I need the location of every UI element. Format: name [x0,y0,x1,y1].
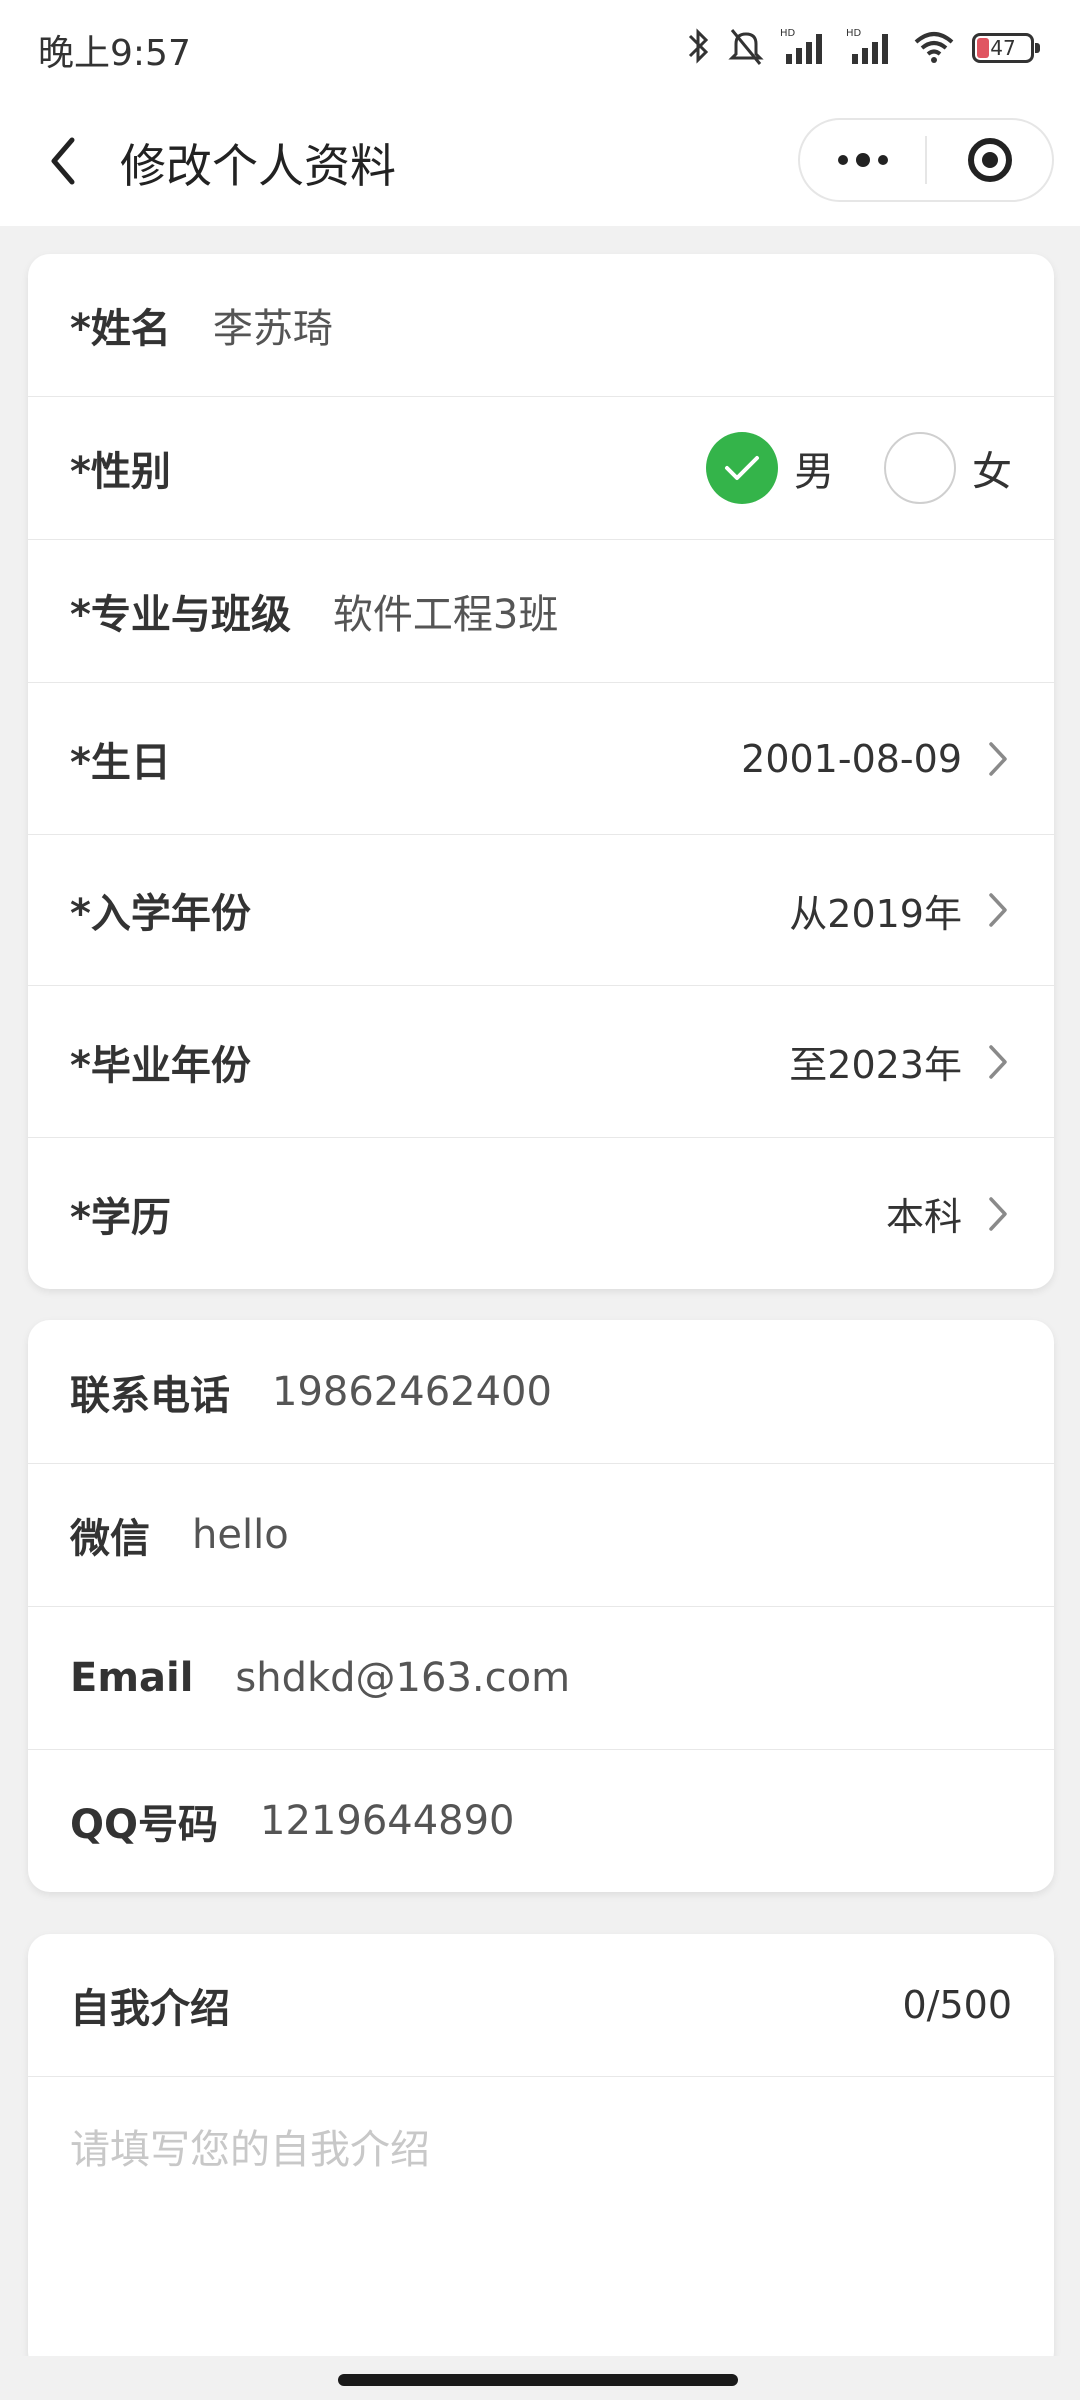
page-title: 修改个人资料 [120,139,396,193]
gender-label: *性别 [70,449,171,495]
email-label: Email [70,1655,194,1701]
chevron-left-icon [51,137,75,185]
phone-field[interactable]: 19862462400 [272,1369,552,1415]
home-indicator[interactable] [338,2374,738,2386]
self-intro-label: 自我介绍 [70,1986,230,2032]
mute-bell-icon [728,26,764,70]
nav-bar: 修改个人资料 [0,96,1080,226]
gender-female-label: 女 [972,449,1012,495]
chevron-right-icon [984,739,1012,779]
radio-checked-icon[interactable] [706,432,778,504]
email-row[interactable]: Email shdkd@163.com [28,1607,1054,1750]
education-value: 本科 [885,1195,962,1239]
grad-year-row[interactable]: *毕业年份 至2023年 [28,986,1054,1138]
wechat-label: 微信 [70,1516,150,1562]
status-bar: 晚上9:57 HD HD 47 [0,0,1080,96]
status-icons: HD HD 47 [686,24,1040,72]
education-row[interactable]: *学历 本科 [28,1138,1054,1289]
birthday-row[interactable]: *生日 2001-08-09 [28,683,1054,835]
chevron-right-icon [984,1042,1012,1082]
gender-row: *性别 男 女 [28,397,1054,540]
email-field[interactable]: shdkd@163.com [235,1655,570,1701]
battery-icon: 47 [972,33,1040,63]
qq-field[interactable]: 1219644890 [260,1798,515,1844]
enroll-year-label: *入学年份 [70,891,251,937]
major-label: *专业与班级 [70,592,291,638]
status-time: 晚上9:57 [38,33,191,74]
radio-unchecked-icon[interactable] [884,432,956,504]
miniprogram-capsule [798,118,1054,202]
back-button[interactable] [28,126,98,196]
self-intro-textarea[interactable]: 请填写您的自我介绍 [28,2077,1054,2357]
birthday-value: 2001-08-09 [741,736,962,781]
contact-card: 联系电话 19862462400 微信 hello Email shdkd@16… [28,1320,1054,1892]
gender-option-female[interactable]: 女 [884,432,1012,504]
gender-option-male[interactable]: 男 [706,432,834,504]
enroll-year-value: 从2019年 [789,891,962,936]
birthday-label: *生日 [70,739,171,786]
phone-label: 联系电话 [70,1372,230,1419]
target-icon [967,138,1012,182]
wechat-field[interactable]: hello [192,1512,289,1558]
gender-male-label: 男 [794,449,834,495]
qq-label: QQ号码 [70,1802,219,1848]
grad-year-label: *毕业年份 [70,1042,251,1089]
chevron-right-icon [984,890,1012,930]
bluetooth-icon [686,26,712,70]
name-field[interactable]: 李苏琦 [213,296,333,354]
major-row[interactable]: *专业与班级 软件工程3班 [28,540,1054,683]
qq-row[interactable]: QQ号码 1219644890 [28,1750,1054,1892]
more-button[interactable] [800,120,925,200]
signal-hd-icon: HD [780,26,830,70]
chevron-right-icon [984,1194,1012,1234]
name-label: *姓名 [70,306,171,352]
signal-hd-icon: HD [846,26,896,70]
name-row[interactable]: *姓名 李苏琦 [28,254,1054,397]
wechat-row[interactable]: 微信 hello [28,1464,1054,1607]
svg-text:HD: HD [846,28,862,39]
education-label: *学历 [70,1194,171,1241]
close-miniprogram-button[interactable] [927,120,1052,200]
basic-info-card: *姓名 李苏琦 *性别 男 女 *专业与班级 软件工程3班 *生日 2001-0… [28,254,1054,1289]
wifi-icon [912,26,956,70]
self-intro-card: 自我介绍 0/500 请填写您的自我介绍 [28,1934,1054,2374]
self-intro-header: 自我介绍 0/500 [28,1934,1054,2077]
grad-year-value: 至2023年 [789,1043,962,1087]
major-field[interactable]: 软件工程3班 [333,582,558,640]
svg-text:HD: HD [780,28,796,39]
gender-radio-group: 男 女 [706,432,1012,504]
phone-row[interactable]: 联系电话 19862462400 [28,1320,1054,1464]
char-counter: 0/500 [902,1983,1012,2027]
enroll-year-row[interactable]: *入学年份 从2019年 [28,835,1054,986]
more-dots-icon [837,153,888,167]
battery-level: 47 [990,36,1016,60]
